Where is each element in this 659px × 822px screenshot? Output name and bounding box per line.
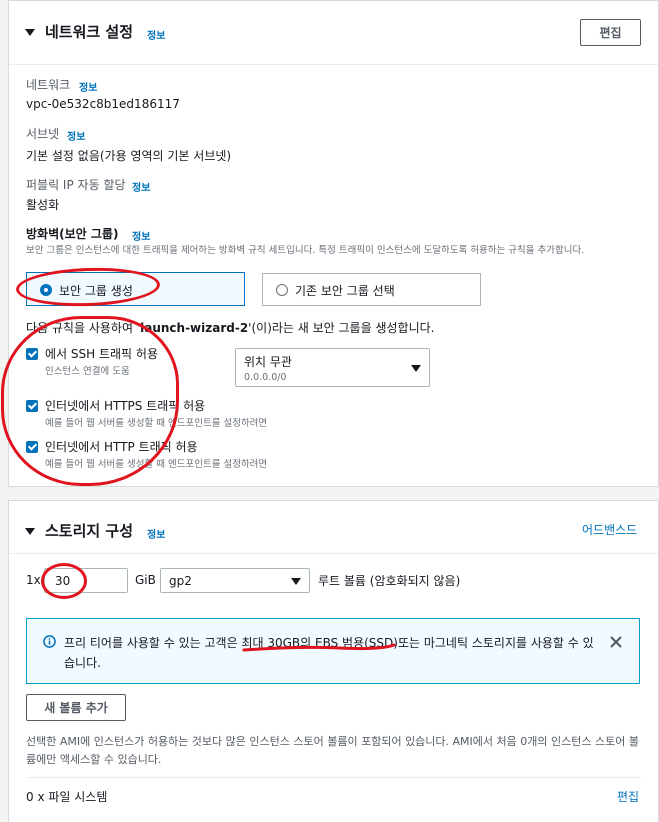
firewall-info-link[interactable]: 정보 — [132, 228, 150, 243]
add-volume-button[interactable]: 새 볼륨 추가 — [26, 694, 126, 721]
ami-instance-store-note: 선택한 AMI에 인스턴스가 허용하는 것보다 많은 인스턴스 스토어 볼륨이 … — [26, 735, 639, 766]
rule-intro-suffix: '(이)라는 새 보안 그룹을 생성합니다. — [248, 321, 435, 335]
annotation-underline — [242, 643, 396, 652]
volume-count-prefix: 1x — [26, 573, 41, 587]
storage-title: 스토리지 구성 — [45, 522, 134, 540]
advanced-link[interactable]: 어드밴스드 — [582, 521, 637, 538]
file-systems-label: 0 x 파일 시스템 — [26, 790, 108, 804]
radio-button-unselected[interactable] — [276, 284, 288, 296]
network-edit-button[interactable]: 편집 — [580, 19, 641, 46]
network-info-link[interactable]: 정보 — [147, 27, 165, 42]
public-ip-info-link[interactable]: 정보 — [132, 179, 150, 194]
root-volume-label: 루트 볼륨 (암호화되지 않음) — [318, 574, 461, 588]
size-unit-label: GiB — [135, 573, 156, 587]
subnet-info-link[interactable]: 정보 — [67, 128, 85, 143]
annotation-circle-volume-size — [41, 563, 87, 599]
ssh-source-label: 위치 무관 — [244, 355, 292, 369]
annotation-circle-rules — [1, 316, 179, 486]
subnet-label: 서브넷 — [26, 127, 60, 141]
subnet-value: 기본 설정 없음(가용 영역의 기본 서브넷) — [26, 149, 232, 163]
info-icon — [43, 635, 56, 648]
divider — [26, 777, 641, 778]
volume-type-select[interactable]: gp2 — [160, 568, 310, 593]
radio-existing-label: 기존 보안 그룹 선택 — [295, 284, 395, 298]
divider — [9, 64, 658, 65]
volume-type-value: gp2 — [169, 574, 192, 588]
public-ip-label: 퍼블릭 IP 자동 할당 — [26, 178, 126, 192]
security-group-name: launch-wizard-2 — [140, 321, 249, 335]
collapse-caret-icon[interactable] — [25, 528, 35, 535]
network-settings-title: 네트워크 설정 — [45, 23, 134, 41]
ssh-source-select[interactable]: 위치 무관 0.0.0.0/0 — [235, 348, 430, 387]
storage-info-link[interactable]: 정보 — [147, 526, 165, 541]
caret-down-icon — [291, 578, 301, 585]
ssh-source-cidr: 0.0.0.0/0 — [244, 372, 287, 383]
network-label: 네트워크 — [26, 78, 71, 92]
storage-panel: 스토리지 구성 정보 어드밴스드 1x 30 GiB gp2 루트 볼륨 (암호… — [8, 500, 659, 822]
close-icon[interactable] — [610, 636, 622, 648]
network-field-info-link[interactable]: 정보 — [79, 79, 97, 94]
public-ip-value: 활성화 — [26, 198, 60, 212]
divider — [9, 553, 658, 554]
caret-down-icon — [411, 365, 421, 372]
radio-existing-security-group[interactable]: 기존 보안 그룹 선택 — [262, 273, 481, 306]
storage-edit-link[interactable]: 편집 — [617, 788, 639, 805]
firewall-description: 보안 그룹은 인스턴스에 대한 트래픽을 제어하는 방화벽 규칙 세트입니다. … — [26, 245, 585, 256]
network-value: vpc-0e532c8b1ed186117 — [26, 97, 180, 111]
firewall-label: 방화벽(보안 그룹) — [26, 227, 119, 241]
collapse-caret-icon[interactable] — [25, 29, 35, 36]
